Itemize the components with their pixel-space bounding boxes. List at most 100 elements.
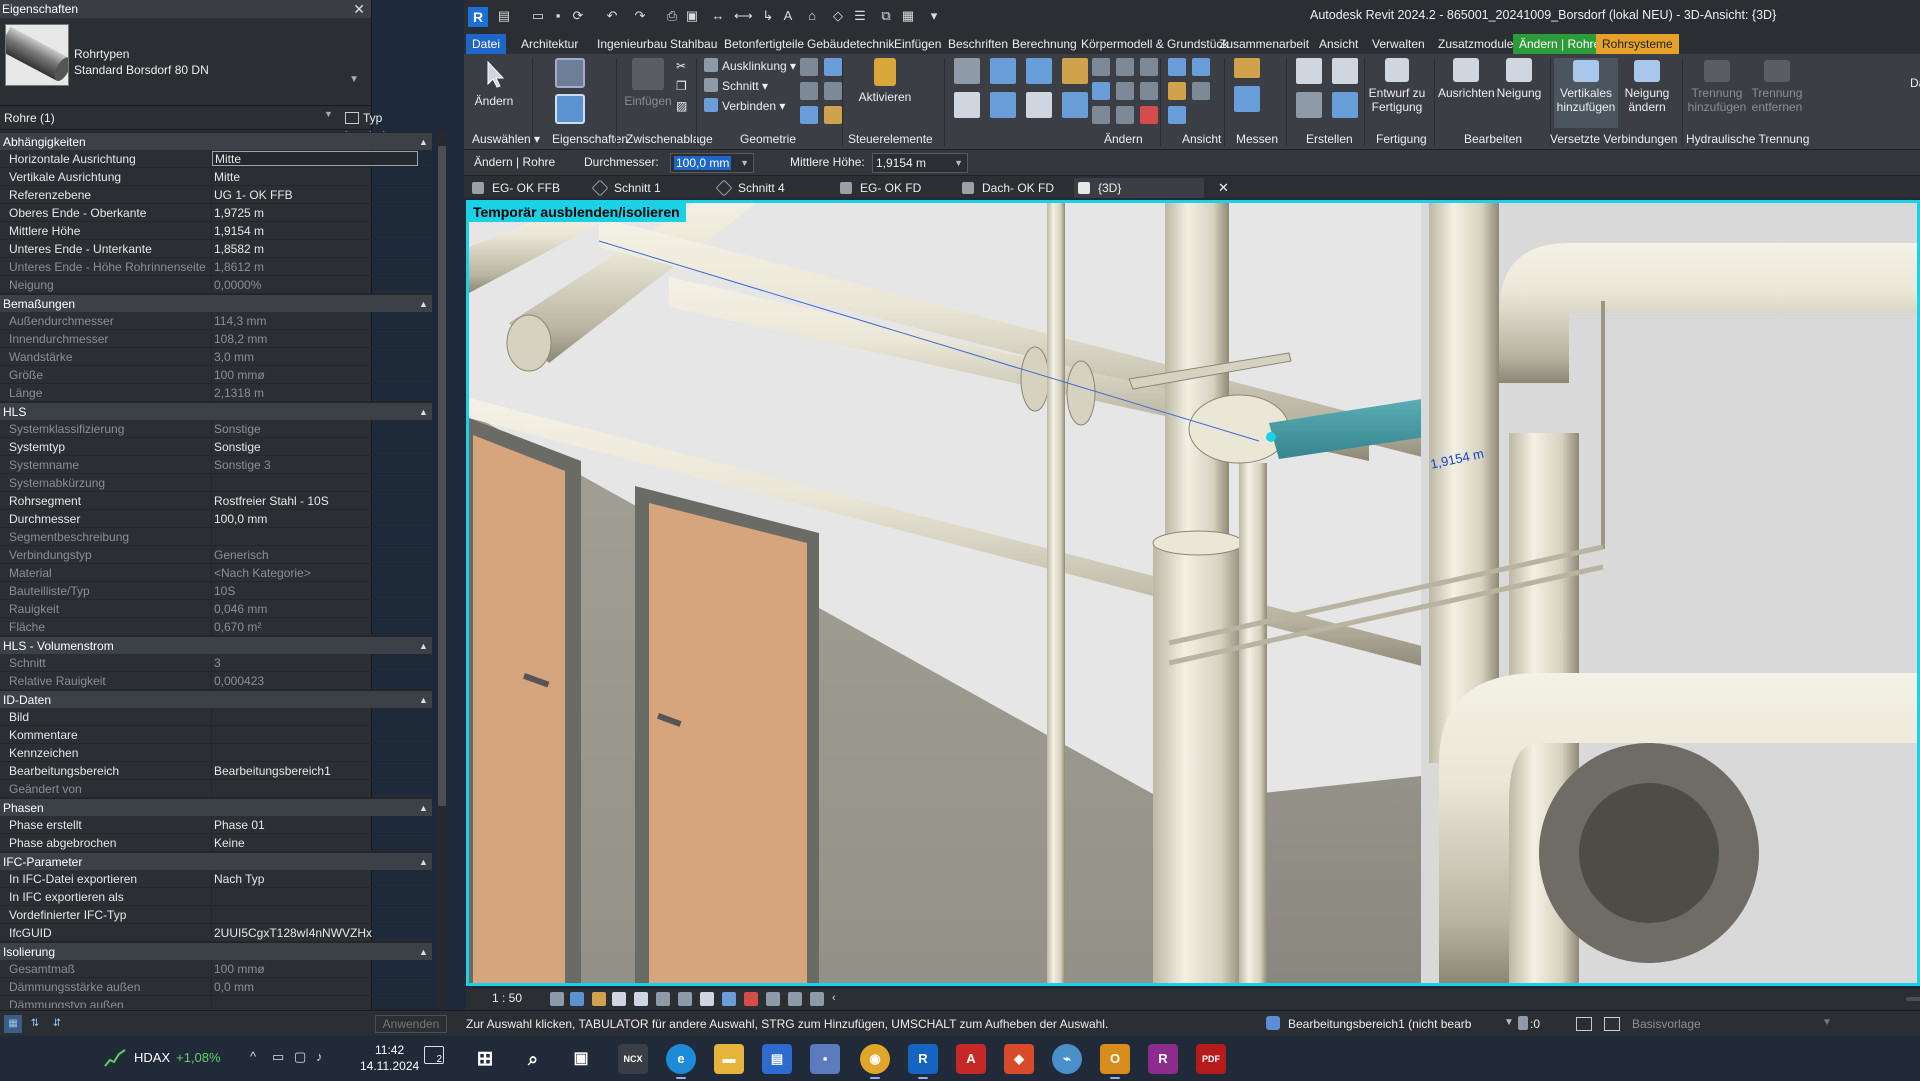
edit-type-button[interactable]: Typ bearbeiten <box>345 109 402 143</box>
edge-browser-icon[interactable]: e <box>666 1044 696 1079</box>
rotate-icon[interactable] <box>1026 92 1052 118</box>
thin-lines-icon[interactable]: ☰ <box>852 8 868 24</box>
3d-viewport[interactable]: Temporär ausblenden/isolieren 1,9154 m <box>466 200 1920 986</box>
crop-view-icon[interactable] <box>656 992 670 1006</box>
property-value[interactable] <box>212 708 432 725</box>
reverse-sort-icon[interactable]: ⇵ <box>48 1015 66 1033</box>
type-selector[interactable]: Rohrtypen Standard Borsdorf 80 DN ▼ <box>0 18 371 106</box>
close-hidden-icon[interactable]: ▣ <box>684 8 700 24</box>
create-similar-icon[interactable] <box>1332 92 1358 118</box>
close-view-icon[interactable]: ✕ <box>1218 178 1229 198</box>
switch-windows-icon[interactable]: ▦ <box>900 8 916 24</box>
property-section-header[interactable]: HLS - Volumenstrom ▲ <box>0 636 432 654</box>
hide-element-icon[interactable] <box>1168 58 1186 76</box>
modify-button[interactable]: Ändern <box>466 58 522 108</box>
property-value[interactable]: Mitte <box>212 151 418 166</box>
alphabetical-sort-icon[interactable]: ⇅ <box>26 1015 44 1033</box>
create-assembly-icon[interactable] <box>1296 58 1322 84</box>
tab-zusammenarbeit[interactable]: Zusammenarbeit <box>1213 34 1315 54</box>
chevron-down-icon[interactable]: ▼ <box>324 109 333 119</box>
design-to-fabrication-button[interactable]: Entwurf zu Fertigung <box>1366 58 1428 114</box>
collapse-chevron-icon[interactable]: ▲ <box>419 403 428 421</box>
property-value[interactable] <box>212 726 432 743</box>
property-value[interactable] <box>212 888 432 905</box>
tab-rohrsysteme[interactable]: Rohrsysteme <box>1596 34 1679 54</box>
tab-beschriften[interactable]: Beschriften <box>942 34 1014 54</box>
offset-icon[interactable] <box>990 58 1016 84</box>
volume-icon[interactable]: ♪ <box>316 1049 323 1064</box>
revit-logo-icon[interactable]: R <box>468 7 488 27</box>
property-value[interactable] <box>212 744 432 761</box>
property-value[interactable]: Bearbeitungsbereich1 <box>212 762 432 779</box>
shadows-icon[interactable] <box>612 992 626 1006</box>
dimension-icon[interactable]: ⟷ <box>734 8 753 24</box>
autocad-app-icon[interactable]: A <box>956 1044 986 1074</box>
chrome-browser-icon[interactable]: ◉ <box>860 1044 890 1079</box>
scrollbar-thumb[interactable] <box>438 146 446 806</box>
middle-height-input[interactable]: 1,9154 m ▼ <box>872 153 968 173</box>
justify-button[interactable]: Ausrichten <box>1438 58 1495 100</box>
tab-berechnung[interactable]: Berechnung <box>1006 34 1083 54</box>
tab-architektur[interactable]: Architektur <box>515 34 584 54</box>
trim-extend-icon[interactable] <box>1062 92 1088 118</box>
chevron-left-icon[interactable]: ‹ <box>832 992 846 1006</box>
close-icon[interactable]: ✕ <box>353 0 365 18</box>
property-section-header[interactable]: Abhängigkeiten ▲ <box>0 132 432 150</box>
align-icon[interactable] <box>954 58 980 84</box>
categorized-sort-icon[interactable]: ▦ <box>4 1015 22 1033</box>
split-icon[interactable] <box>1092 58 1110 76</box>
trim-multi-icon[interactable] <box>1116 106 1134 124</box>
redo-icon[interactable]: ↷ <box>632 8 648 24</box>
remove-paint-icon[interactable] <box>824 106 842 124</box>
diameter-input[interactable]: 100,0 mm ▼ <box>670 153 754 173</box>
view-tab-schnitt-1[interactable]: Schnitt 1 <box>590 178 700 198</box>
split-gap-icon[interactable] <box>1116 58 1134 76</box>
start-button[interactable]: ⊞ <box>470 1044 500 1074</box>
copy-element-icon[interactable] <box>990 92 1016 118</box>
property-section-header[interactable]: Bemaßungen ▲ <box>0 294 432 312</box>
collapse-chevron-icon[interactable]: ▲ <box>419 853 428 871</box>
add-separation-button[interactable]: Trennung hinzufügen <box>1686 58 1748 114</box>
property-section-header[interactable]: HLS ▲ <box>0 402 432 420</box>
measure-ruler-icon[interactable] <box>1234 58 1260 78</box>
tab-datei[interactable]: Datei <box>466 34 507 54</box>
stock-ticker-widget[interactable]: HDAX +1,08% <box>134 1050 221 1065</box>
view-template-dropdown[interactable]: Basisvorlage <box>1632 1017 1701 1031</box>
tab-betonfertigteile[interactable]: Betonfertigteile <box>718 34 810 54</box>
paint-icon[interactable] <box>800 82 818 100</box>
visual-style-icon[interactable] <box>570 992 584 1006</box>
sun-path-icon[interactable] <box>592 992 606 1006</box>
select-box-icon[interactable] <box>1168 106 1186 124</box>
property-value[interactable]: 1,9154 m <box>212 222 432 239</box>
properties-scrollbar[interactable] <box>437 132 447 1008</box>
unpin-icon[interactable] <box>1140 82 1158 100</box>
change-slope-button[interactable]: Neigung ändern <box>1620 58 1674 114</box>
text-icon[interactable]: A <box>780 8 796 24</box>
clock[interactable]: 11:42 14.11.2024 <box>360 1042 419 1074</box>
properties-button[interactable] <box>550 58 590 92</box>
scale-icon[interactable] <box>1116 82 1134 100</box>
lock-view-icon[interactable] <box>700 992 714 1006</box>
horizontal-scrollbar[interactable] <box>1906 997 1920 1001</box>
demolish-icon[interactable] <box>824 82 842 100</box>
collapse-chevron-icon[interactable]: ▲ <box>419 133 428 151</box>
property-value[interactable]: Keine <box>212 834 432 851</box>
view-tab-eg-ok-fd[interactable]: EG- OK FD <box>836 178 946 198</box>
active-workset-dropdown[interactable]: Bearbeitungsbereich1 (nicht bearb <box>1288 1017 1471 1031</box>
view-tab-3d[interactable]: {3D} <box>1074 178 1204 198</box>
outlook-app-icon[interactable]: O <box>1100 1044 1130 1079</box>
view-filter-icon[interactable] <box>1192 82 1210 100</box>
save-icon[interactable]: ▪ <box>550 8 566 24</box>
undo-icon[interactable]: ↶ <box>604 8 620 24</box>
property-section-header[interactable]: Isolierung ▲ <box>0 942 432 960</box>
cope-button[interactable]: Ausklinkung ▾ <box>704 58 796 74</box>
measure-icon[interactable]: ↔ <box>710 8 726 24</box>
cut-clipboard-icon[interactable]: ✂ <box>676 58 686 74</box>
paste-button[interactable]: Einfügen <box>624 58 672 108</box>
search-icon[interactable]: ⌕ <box>518 1044 548 1074</box>
editable-only-icon[interactable] <box>1518 1016 1528 1030</box>
override-graphics-icon[interactable] <box>1192 58 1210 76</box>
file-explorer-icon[interactable]: ▬ <box>714 1044 744 1074</box>
property-section-header[interactable]: Phasen ▲ <box>0 798 432 816</box>
delete-icon[interactable] <box>1140 106 1158 124</box>
